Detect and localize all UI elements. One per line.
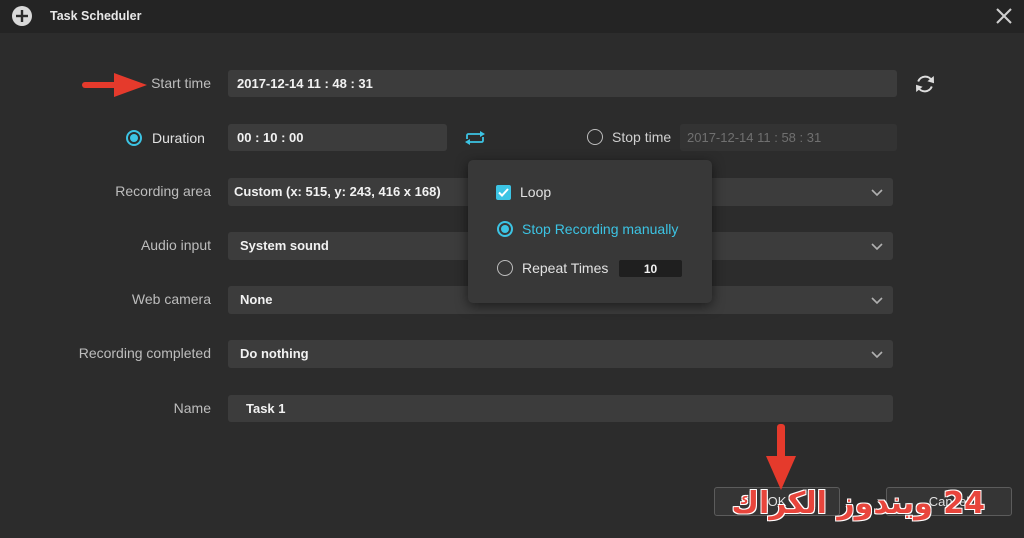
loop-checkbox[interactable]	[496, 185, 511, 200]
stop-time-radio[interactable]	[587, 129, 603, 145]
ok-button[interactable]: OK	[714, 487, 840, 516]
repeat-times-label: Repeat Times	[522, 260, 609, 276]
recording-completed-value: Do nothing	[240, 346, 309, 361]
repeat-times-radio[interactable]	[497, 260, 513, 276]
plus-circle-icon	[12, 6, 32, 26]
recording-area-label: Recording area	[115, 183, 211, 199]
cancel-button[interactable]: Cancel	[886, 487, 1012, 516]
chevron-down-icon	[871, 243, 883, 250]
web-camera-value: None	[240, 292, 273, 307]
chevron-down-icon	[871, 297, 883, 304]
refresh-icon[interactable]	[914, 73, 936, 95]
annotation-arrow-down	[766, 424, 796, 490]
duration-label: Duration	[152, 130, 205, 146]
close-icon[interactable]	[994, 6, 1014, 26]
recording-area-value: Custom (x: 515, y: 243, 416 x 168)	[234, 184, 441, 199]
duration-radio[interactable]	[126, 130, 142, 146]
start-time-label: Start time	[151, 75, 211, 91]
loop-label: Loop	[520, 184, 552, 200]
name-label: Name	[173, 400, 211, 416]
web-camera-label: Web camera	[131, 291, 211, 307]
repeat-times-input[interactable]	[619, 260, 682, 277]
recording-completed-label: Recording completed	[78, 345, 211, 361]
checkmark-icon	[497, 187, 509, 197]
duration-input[interactable]	[228, 124, 447, 151]
stop-manually-label: Stop Recording manually	[522, 221, 679, 237]
audio-input-label: Audio input	[140, 237, 211, 253]
repeat-options-popup: Loop Stop Recording manually Repeat Time…	[468, 160, 712, 303]
stop-time-input[interactable]	[680, 124, 897, 151]
audio-input-value: System sound	[240, 238, 329, 253]
recording-completed-dropdown[interactable]: Do nothing	[228, 340, 893, 368]
task-scheduler-dialog: Task Scheduler Start time Duration Stop …	[0, 0, 1024, 538]
task-name-input[interactable]	[228, 395, 893, 422]
stop-time-label: Stop time	[612, 129, 672, 145]
stop-manually-radio[interactable]	[497, 221, 513, 237]
title-bar: Task Scheduler	[0, 0, 1024, 33]
loop-icon[interactable]	[462, 130, 488, 146]
start-time-input[interactable]	[228, 70, 897, 97]
window-title: Task Scheduler	[50, 9, 142, 23]
chevron-down-icon	[871, 351, 883, 358]
chevron-down-icon	[871, 189, 883, 196]
